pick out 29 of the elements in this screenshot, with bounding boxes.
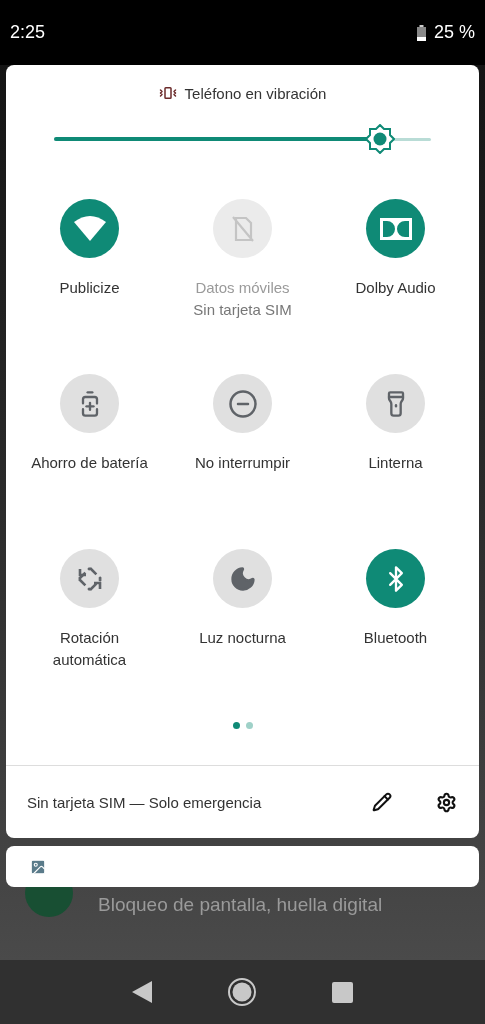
tile-label: Datos móviles — [194, 278, 291, 298]
tile-label: Bluetooth — [362, 628, 429, 648]
slider-thumb[interactable] — [365, 124, 396, 154]
vibrate-icon — [158, 84, 177, 102]
background-notification-text: Bloqueo de pantalla, huella digital — [98, 894, 383, 916]
tile-label: Rotación automática — [51, 628, 128, 670]
edit-button[interactable] — [370, 790, 394, 814]
brightness-slider[interactable] — [54, 127, 431, 151]
tile-label: Ahorro de batería — [30, 453, 149, 473]
carrier-status: Sin tarjeta SIM — Solo emergencia — [27, 793, 263, 811]
clock: 2:25 — [10, 22, 46, 43]
tile-label: Linterna — [367, 453, 424, 473]
tile-sublabel: Sin tarjeta SIM — [193, 300, 292, 320]
recents-button[interactable] — [331, 981, 353, 1003]
image-icon — [29, 857, 47, 876]
moon-icon — [228, 564, 257, 593]
battery-percentage: 25 % — [433, 22, 475, 43]
ringer-status: Teléfono en vibración — [184, 84, 327, 102]
do-not-disturb-icon — [227, 388, 258, 419]
back-button[interactable] — [132, 981, 153, 1003]
battery-icon — [416, 24, 426, 41]
tile-label: Luz nocturna — [198, 628, 287, 648]
dolby-icon — [378, 216, 413, 241]
tile-label: No interrumpir — [194, 453, 291, 473]
tile-label: Dolby Audio — [354, 278, 437, 298]
tile-label: Publicize — [58, 278, 121, 298]
wifi-icon — [72, 215, 107, 242]
no-sim-icon — [229, 214, 256, 243]
home-button[interactable] — [227, 977, 257, 1007]
